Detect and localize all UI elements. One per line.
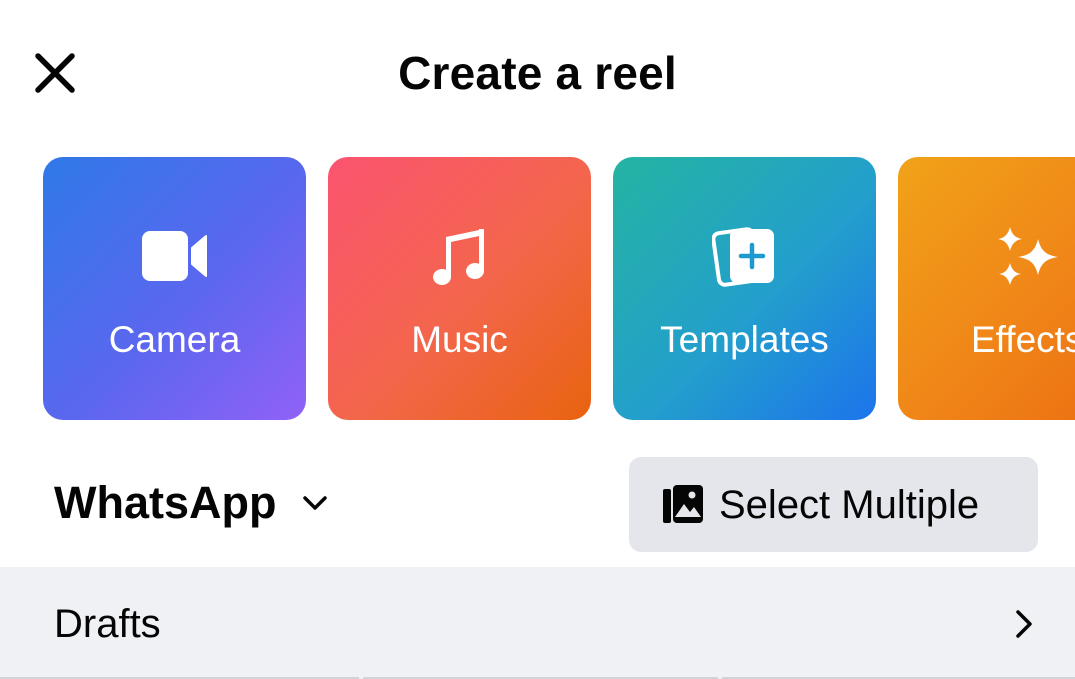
effects-label: Effects <box>971 319 1075 360</box>
music-label: Music <box>411 319 508 360</box>
album-toolbar: WhatsApp Select Multiple <box>0 457 1075 552</box>
create-options-carousel[interactable]: Camera Music Templates Effects <box>43 157 1075 420</box>
select-multiple-label: Select Multiple <box>719 482 980 527</box>
select-multiple-button[interactable]: Select Multiple <box>629 457 1038 552</box>
camera-tile[interactable]: Camera <box>43 157 306 420</box>
create-reel-screen: Create a reel Camera Music Templates Eff… <box>0 0 1075 679</box>
camera-label: Camera <box>108 319 241 360</box>
drafts-row[interactable]: Drafts <box>0 567 1075 679</box>
chevron-right-icon <box>1007 607 1041 641</box>
album-selector[interactable]: WhatsApp <box>54 473 328 533</box>
templates-label: Templates <box>660 319 829 360</box>
drafts-label: Drafts <box>54 602 161 646</box>
sparkles-icon <box>898 223 1075 289</box>
page-title: Create a reel <box>398 47 677 99</box>
effects-tile[interactable]: Effects <box>898 157 1075 420</box>
photo-stack-icon <box>661 483 705 527</box>
music-tile[interactable]: Music <box>328 157 591 420</box>
templates-add-icon <box>613 223 876 289</box>
video-camera-icon <box>43 223 306 289</box>
templates-tile[interactable]: Templates <box>613 157 876 420</box>
album-name: WhatsApp <box>54 477 277 528</box>
music-note-icon <box>328 223 591 289</box>
chevron-down-icon <box>302 494 328 512</box>
